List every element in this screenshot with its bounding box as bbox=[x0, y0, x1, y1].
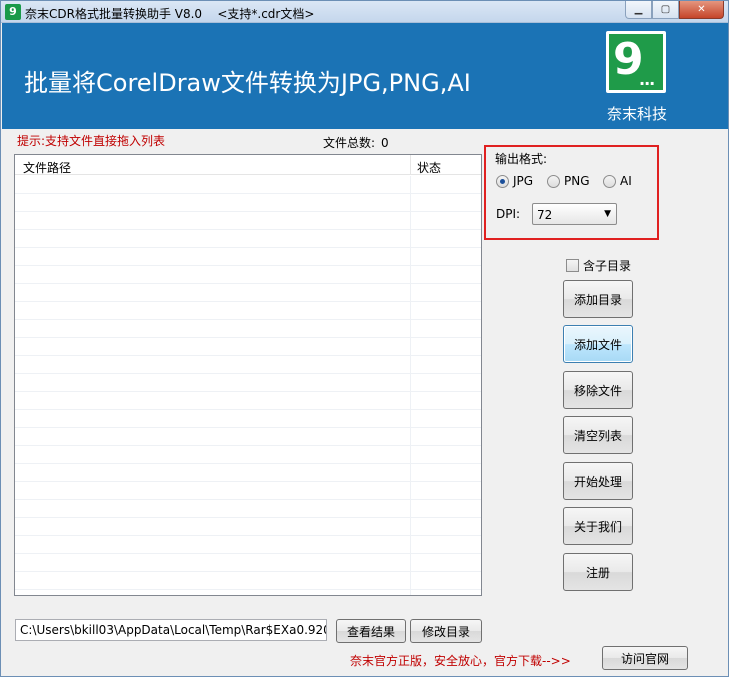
output-path-field[interactable]: C:\Users\bkill03\AppData\Local\Temp\Rar$… bbox=[15, 619, 327, 641]
output-format-label: 输出格式: bbox=[495, 152, 548, 166]
minimize-icon[interactable]: ▁ bbox=[625, 1, 652, 19]
radio-ai[interactable]: AI bbox=[603, 174, 632, 188]
include-subdir-checkbox[interactable]: 含子目录 bbox=[566, 257, 631, 274]
file-list-header: 文件路径 状态 bbox=[15, 155, 481, 175]
column-file-path[interactable]: 文件路径 bbox=[23, 159, 71, 176]
chevron-down-icon: ▼ bbox=[604, 209, 611, 219]
radio-png[interactable]: PNG bbox=[547, 174, 590, 188]
file-list[interactable]: 文件路径 状态 bbox=[14, 154, 482, 596]
dpi-select[interactable]: 72 ▼ bbox=[532, 203, 617, 225]
banner-title: 批量将CorelDraw文件转换为JPG,PNG,AI bbox=[24, 69, 471, 97]
radio-jpg[interactable]: JPG bbox=[496, 174, 533, 188]
title-bar: 9 奈末CDR格式批量转换助手 V8.0 <支持*.cdr文档> ▁ ▢ ✕ bbox=[1, 1, 728, 23]
official-notice: 奈末官方正版，安全放心，官方下载-->> bbox=[350, 654, 571, 668]
change-dir-button[interactable]: 修改目录 bbox=[410, 619, 482, 643]
dpi-label: DPI: bbox=[496, 207, 521, 221]
window-title: 奈末CDR格式批量转换助手 V8.0 <支持*.cdr文档> bbox=[25, 7, 315, 21]
logo-dots: ... bbox=[639, 70, 655, 89]
register-button[interactable]: 注册 bbox=[563, 553, 633, 591]
radio-selected-icon bbox=[496, 174, 509, 188]
window-controls: ▁ ▢ ✕ bbox=[625, 1, 724, 19]
view-result-button[interactable]: 查看结果 bbox=[336, 619, 406, 643]
file-total: 文件总数: 0 bbox=[323, 134, 389, 151]
file-total-value: 0 bbox=[381, 136, 389, 150]
app-icon: 9 bbox=[5, 4, 21, 20]
file-list-rows bbox=[15, 176, 481, 595]
close-icon[interactable]: ✕ bbox=[679, 1, 724, 19]
add-dir-button[interactable]: 添加目录 bbox=[563, 280, 633, 318]
drag-hint: 提示:支持文件直接拖入列表 bbox=[17, 134, 166, 148]
dpi-value: 72 bbox=[537, 208, 553, 222]
clear-list-button[interactable]: 清空列表 bbox=[563, 416, 633, 454]
remove-file-button[interactable]: 移除文件 bbox=[563, 371, 633, 409]
visit-site-button[interactable]: 访问官网 bbox=[602, 646, 688, 670]
app-window: 9 奈末CDR格式批量转换助手 V8.0 <支持*.cdr文档> ▁ ▢ ✕ 批… bbox=[0, 0, 729, 677]
output-format-group: 输出格式: JPG PNG AI DPI: 72 ▼ bbox=[490, 150, 655, 236]
company-name: 奈末科技 bbox=[606, 105, 667, 123]
add-file-button[interactable]: 添加文件 bbox=[563, 325, 633, 363]
maximize-icon[interactable]: ▢ bbox=[652, 1, 679, 19]
radio-unselected-icon bbox=[547, 174, 560, 188]
checkbox-icon bbox=[566, 259, 579, 272]
column-status[interactable]: 状态 bbox=[417, 159, 441, 176]
about-button[interactable]: 关于我们 bbox=[563, 507, 633, 545]
logo-mark: 9 ... bbox=[609, 34, 663, 90]
start-button[interactable]: 开始处理 bbox=[563, 462, 633, 500]
header-banner: 批量将CorelDraw文件转换为JPG,PNG,AI 9 ... 奈末科技 bbox=[2, 23, 728, 129]
radio-unselected-icon bbox=[603, 174, 616, 188]
company-logo: 9 ... bbox=[606, 31, 666, 93]
file-total-label: 文件总数: bbox=[323, 136, 376, 150]
